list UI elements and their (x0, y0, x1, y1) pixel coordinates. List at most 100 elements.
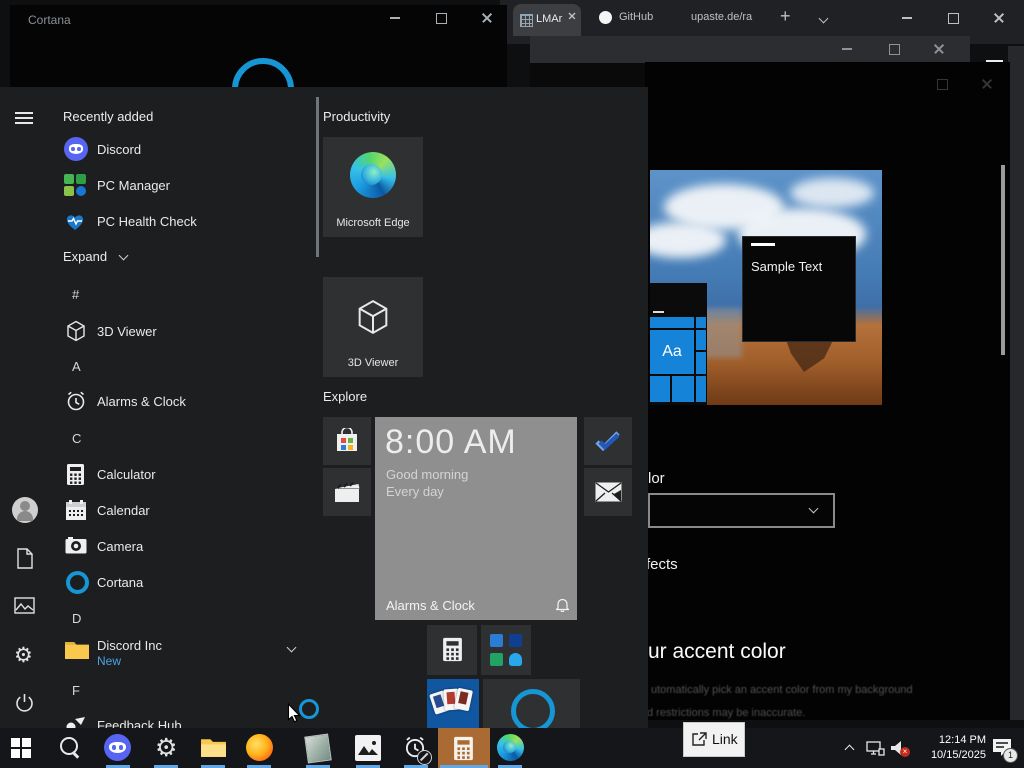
app-row-3d-viewer[interactable]: 3D Viewer (60, 319, 310, 347)
tile-todo[interactable] (584, 417, 632, 465)
settings-scrollbar[interactable] (1001, 165, 1005, 355)
tile-solitaire[interactable] (427, 679, 479, 728)
folder-chevron-icon[interactable] (286, 642, 297, 653)
taskbar-calculator-active[interactable] (438, 728, 490, 768)
browser-tab-active[interactable]: LMAr (513, 4, 581, 36)
tile-movies-tv[interactable] (323, 468, 371, 516)
tile-calculator[interactable] (427, 625, 477, 675)
cursor-spinner (299, 699, 319, 719)
app-row-calculator[interactable]: Calculator (60, 462, 310, 490)
volume-muted-icon[interactable]: × (891, 741, 911, 757)
pictures-icon[interactable] (14, 597, 35, 614)
app-row-cortana[interactable]: Cortana (60, 570, 310, 598)
taskbar-notepad-glass-icon[interactable] (304, 733, 332, 764)
taskbar-settings-icon[interactable] (155, 733, 177, 763)
window-close-button[interactable] (930, 41, 948, 57)
new-tab-button[interactable]: + (780, 6, 791, 27)
tile-microsoft-edge[interactable]: Microsoft Edge (323, 137, 423, 237)
letter-header[interactable]: # (72, 287, 79, 302)
settings-window: Sample Text Aa lor fects ur accent color… (645, 62, 1010, 720)
desktop: LMAr GitHub upaste.de/ra + Sample Text A… (0, 0, 1024, 768)
taskbar-discord-icon[interactable] (104, 734, 131, 761)
word-icon (490, 634, 503, 647)
app-list-scrollbar[interactable] (316, 97, 319, 257)
external-link-icon (692, 732, 707, 746)
window-maximize-button[interactable] (885, 41, 903, 57)
taskbar-edge-icon[interactable] (497, 734, 524, 761)
cube-icon (64, 319, 88, 343)
app-row-camera[interactable]: Camera (60, 534, 310, 562)
cortana-minimize-button[interactable] (386, 10, 404, 26)
browser-tab-github[interactable]: GitHub (595, 8, 681, 34)
power-icon[interactable] (15, 693, 34, 713)
recent-item-discord[interactable]: Discord (60, 136, 310, 166)
tile-cortana[interactable] (483, 679, 580, 728)
letter-header[interactable]: C (72, 431, 81, 446)
letter-header[interactable]: F (72, 683, 80, 698)
action-center-icon[interactable]: 1 (992, 738, 1018, 763)
color-dropdown[interactable] (648, 493, 835, 528)
link-button[interactable]: Link (683, 722, 745, 757)
running-indicator (356, 765, 380, 768)
accent-heading: ur accent color (648, 640, 786, 663)
tab-title: LMAr (536, 13, 563, 25)
mouse-cursor (287, 703, 301, 724)
window-minimize-button[interactable] (838, 41, 856, 57)
dropdown-chevron-icon (808, 503, 819, 514)
color-label: lor (648, 470, 665, 487)
taskbar-firefox-icon[interactable] (246, 734, 273, 761)
taskbar-photos-icon[interactable] (355, 735, 381, 761)
feedback-hub-icon (65, 715, 87, 728)
settings-close-button[interactable] (978, 76, 996, 92)
settings-restore-button[interactable] (933, 76, 951, 92)
browser-restore-button[interactable] (944, 10, 962, 26)
user-avatar[interactable] (12, 497, 38, 523)
documents-icon[interactable] (16, 548, 34, 569)
auto-accent-checkbox-label[interactable]: utomatically pick an accent color from m… (651, 684, 913, 696)
app-row-calendar[interactable]: Calendar (60, 498, 310, 526)
recently-added-header: Recently added (63, 109, 154, 124)
taskbar-explorer-icon[interactable] (200, 737, 227, 758)
tray-time: 12:14 PM (938, 734, 986, 746)
tile-mail[interactable] (584, 468, 632, 516)
recent-item-pc-health-check[interactable]: PC Health Check (60, 208, 310, 238)
github-favicon (599, 11, 612, 24)
browser-tab-upaste[interactable]: upaste.de/ra (685, 8, 775, 34)
app-row-alarms[interactable]: Alarms & Clock (60, 389, 310, 417)
browser-close-button[interactable] (990, 10, 1008, 26)
settings-gear-icon[interactable] (14, 643, 33, 668)
start-hamburger-icon[interactable] (15, 109, 33, 127)
tab-search-chevron-icon[interactable] (818, 13, 829, 24)
recent-item-pc-manager[interactable]: PC Manager (60, 172, 310, 202)
letter-header[interactable]: D (72, 611, 81, 626)
tab-title: GitHub (619, 11, 654, 23)
taskbar-search-icon[interactable] (60, 737, 82, 759)
cortana-close-button[interactable] (478, 10, 496, 26)
tab-favicon-grid-icon (520, 14, 533, 27)
app-row-feedback-hub[interactable]: Feedback Hub (60, 713, 310, 728)
network-icon[interactable] (866, 741, 885, 756)
expand-button[interactable]: Expand (63, 248, 128, 266)
cortana-window-title: Cortana (28, 13, 71, 27)
browser-minimize-button[interactable] (898, 10, 916, 26)
tray-clock[interactable]: 12:14 PM 10/15/2025 (916, 733, 986, 764)
tile-store[interactable] (323, 417, 371, 465)
new-badge: New (97, 654, 122, 668)
taskbar-alarms-icon[interactable] (402, 734, 432, 765)
tile-alarms-clock-live[interactable]: 8:00 AM Good morning Every day Alarms & … (375, 417, 577, 620)
app-row-discord-inc[interactable]: Discord Inc New (60, 638, 310, 672)
tile-office[interactable] (481, 625, 531, 675)
cortana-ring-icon (511, 689, 555, 728)
calculator-icon (66, 463, 85, 486)
excel-icon (490, 653, 503, 666)
cortana-maximize-button[interactable] (432, 10, 450, 26)
right-window-edge (1008, 46, 1024, 720)
office-app-icon (509, 634, 522, 647)
start-button[interactable] (11, 738, 32, 759)
tray-chevron-up-icon[interactable] (844, 744, 855, 755)
tab-close-icon[interactable] (566, 10, 579, 21)
letter-header[interactable]: A (72, 359, 81, 374)
live-tile-greeting: Good morning (386, 467, 469, 482)
running-indicator (154, 765, 178, 768)
tile-3d-viewer[interactable]: 3D Viewer (323, 277, 423, 377)
